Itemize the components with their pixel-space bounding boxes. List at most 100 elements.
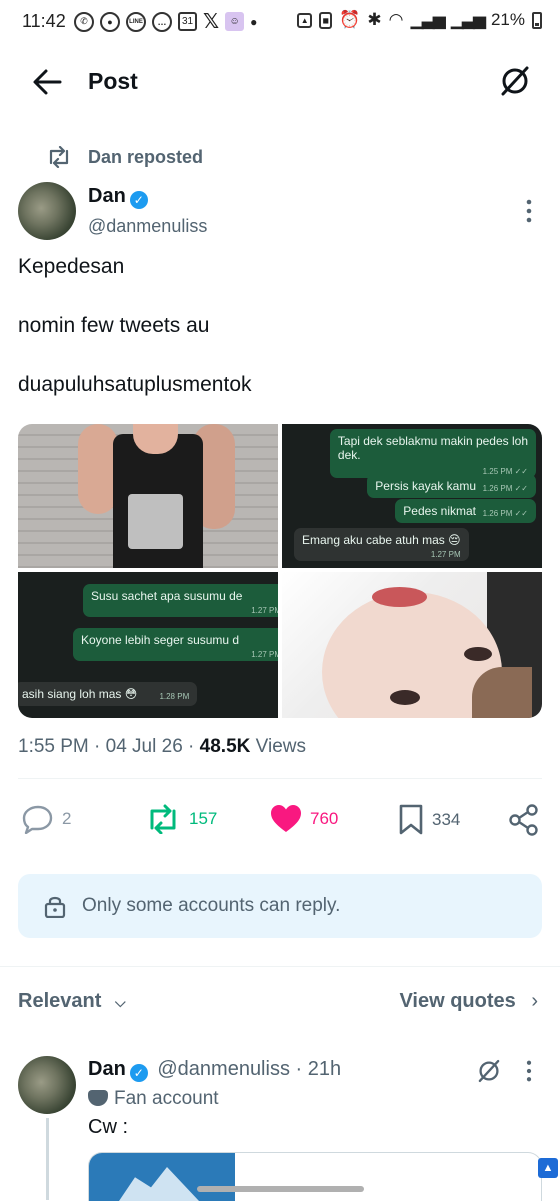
grok-icon[interactable] [476, 1058, 502, 1084]
chat-bubble: asih siang loh mas 😳 1.28 PM [18, 682, 198, 706]
sort-dropdown[interactable]: Relevant ⌵ [18, 990, 126, 1013]
notification-icons: ✆ ● LINE … 31 𝕏 ☺ ● [74, 9, 257, 34]
grok-icon[interactable] [498, 64, 532, 98]
mask-icon [88, 1090, 108, 1106]
repost-icon [150, 804, 176, 834]
view-quotes-link[interactable]: View quotes › [399, 990, 538, 1013]
line-icon: LINE [126, 11, 146, 32]
author-name[interactable]: Dan [88, 185, 126, 207]
back-arrow-icon[interactable] [32, 68, 62, 96]
fan-account-label: Fan account [114, 1088, 219, 1109]
chat-bubble: Pedes nikmat 1.26 PM ✓✓ [395, 499, 536, 523]
views-label: Views [250, 736, 306, 757]
chat-bubble: Emang aku cabe atuh mas 😔 1.27 PM [294, 528, 469, 561]
verified-badge-icon: ✓ [129, 191, 148, 209]
post-meta: 1:55 PM · 04 Jul 26 · 48.5K Views [18, 736, 306, 758]
floating-badge-icon[interactable]: ▲ [538, 1158, 558, 1178]
repost-label: Dan reposted [88, 147, 204, 167]
messenger-icon: ● [100, 11, 120, 32]
x-logo-icon: 𝕏 [203, 11, 220, 33]
repost-count: 157 [189, 809, 218, 828]
chat-bubble: Susu sachet apa susumu de 1.27 PM [83, 584, 278, 617]
reply-button[interactable]: 2 [22, 804, 71, 834]
whatsapp-icon: ✆ [74, 11, 94, 32]
chat-text: asih siang loh mas 😳 [22, 687, 138, 701]
media-chat-screenshot[interactable]: Tapi dek seblakmu makin pedes loh dek. 1… [282, 424, 542, 568]
signal-icon: ▁▃▅ [410, 10, 446, 29]
heart-icon [271, 805, 301, 832]
chat-bubble: Koyone lebih seger susumu d 1.27 PM [73, 628, 278, 661]
battery-percent: 21% [490, 10, 525, 29]
cast-icon: ▲ [297, 12, 313, 28]
battery-icon [532, 11, 542, 29]
app-icon: ☺ [225, 12, 245, 31]
chat-text: Persis kayak kamu [375, 479, 476, 493]
author-name-row[interactable]: Dan ✓ [88, 185, 148, 209]
chat-icon: … [152, 11, 172, 32]
chevron-down-icon: ⌵ [114, 994, 126, 1010]
reply-more-options-icon[interactable] [522, 1059, 536, 1083]
reply-count: 2 [62, 809, 72, 828]
chat-time: 1.26 PM ✓✓ [482, 484, 528, 493]
more-options-icon[interactable] [522, 198, 536, 224]
reply-restriction-text: Only some accounts can reply. [82, 895, 341, 916]
reply-handle-time[interactable]: @danmenuliss · 21h [157, 1058, 341, 1080]
bookmark-count: 334 [432, 810, 461, 829]
reply-author-row[interactable]: Dan ✓ @danmenuliss · 21h [88, 1058, 341, 1082]
chat-time: 1.26 PM ✓✓ [482, 509, 528, 518]
sort-label: Relevant [18, 990, 102, 1012]
chat-time: 1.27 PM [430, 550, 461, 559]
chat-time: 1.27 PM [251, 650, 278, 659]
lock-icon [44, 896, 66, 918]
reply-icon [22, 805, 53, 834]
signal2-icon: ▁▃▅ [450, 10, 486, 29]
calendar-icon: 31 [178, 12, 197, 31]
chat-bubble: Tapi dek seblakmu makin pedes loh dek. 1… [329, 429, 536, 478]
chat-text: Emang aku cabe atuh mas 😔 [302, 533, 461, 547]
system-icons: ▲ ◼ ⏰ ✱ ◠ ▁▃▅ ▁▃▅ 21% [297, 10, 542, 30]
bookmark-button[interactable]: 334 [398, 804, 460, 836]
chat-text: Tapi dek seblakmu makin pedes loh [337, 434, 528, 448]
verified-badge-icon: ✓ [129, 1064, 148, 1082]
reply-avatar[interactable] [18, 1056, 76, 1114]
chat-time: 1.27 PM [251, 606, 278, 615]
divider [0, 966, 560, 967]
reply-media[interactable] [88, 1152, 542, 1201]
repost-button[interactable]: 157 [145, 804, 217, 834]
post-text-line: duapuluhsatuplusmentok [18, 373, 252, 396]
status-time: 11:42 [22, 11, 66, 31]
reply-author-name[interactable]: Dan [88, 1058, 126, 1080]
view-quotes-label: View quotes [399, 990, 516, 1012]
wifi-icon: ◠ [388, 10, 404, 29]
like-button[interactable]: 760 [270, 804, 338, 834]
media-photo-person[interactable] [18, 424, 278, 568]
views-count[interactable]: 48.5K [200, 736, 251, 757]
bluetooth-icon: ✱ [367, 10, 382, 29]
media-chat-screenshot[interactable]: Susu sachet apa susumu de 1.27 PM Koyone… [18, 572, 278, 718]
like-count: 760 [310, 809, 339, 828]
repost-small-icon [49, 146, 69, 168]
top-bar [0, 52, 560, 112]
reply-restriction-notice: Only some accounts can reply. [18, 874, 542, 938]
share-button[interactable] [508, 804, 540, 836]
post-timestamp: 1:55 PM · 04 Jul 26 · [18, 736, 200, 757]
alarm-icon: ⏰ [339, 10, 361, 29]
home-gesture-bar[interactable] [197, 1186, 364, 1192]
reply-text: Cw : [88, 1116, 128, 1138]
status-bar: 11:42 ✆ ● LINE … 31 𝕏 ☺ ● ▲ ◼ ⏰ ✱ ◠ ▁▃▅ … [0, 0, 560, 42]
media-grid[interactable]: Tapi dek seblakmu makin pedes loh dek. 1… [18, 424, 542, 718]
page-title: Post [88, 68, 138, 94]
thread-line [46, 1118, 49, 1200]
bookmark-icon [399, 804, 423, 835]
action-bar: 2 157 760 334 [0, 804, 560, 848]
post-text-line: Kepedesan [18, 255, 125, 278]
avatar[interactable] [18, 182, 76, 240]
chat-time: 1.28 PM [159, 692, 190, 701]
share-icon [509, 804, 538, 836]
chat-text: Pedes nikmat [403, 504, 476, 518]
author-handle[interactable]: @danmenuliss [88, 216, 207, 237]
media-photo-face[interactable] [282, 572, 542, 718]
more-dot-icon: ● [250, 14, 258, 29]
chat-text: Susu sachet apa susumu de [91, 589, 243, 603]
chat-text: dek. [337, 448, 361, 462]
